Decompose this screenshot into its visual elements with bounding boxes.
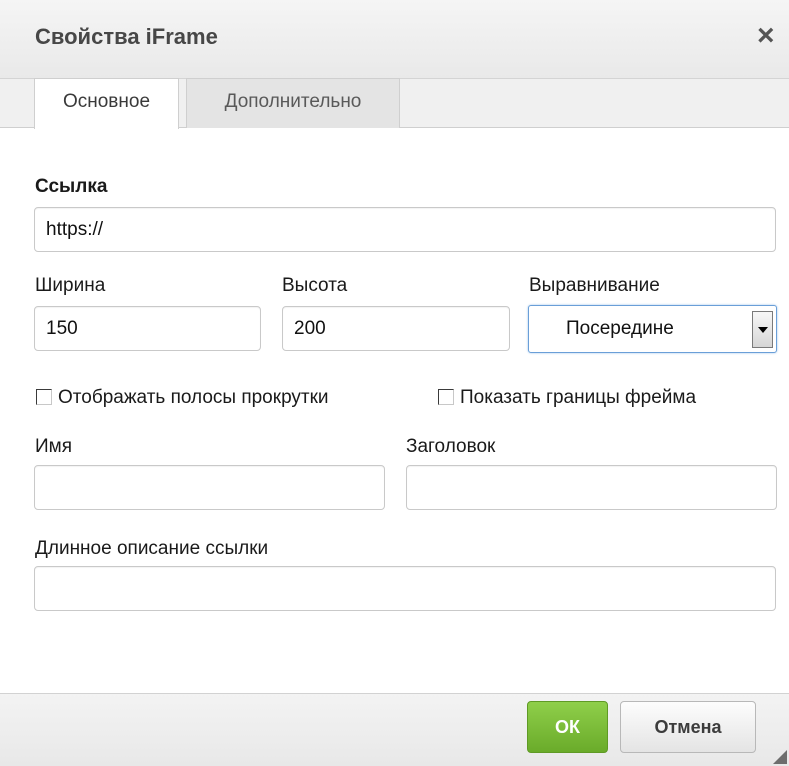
align-select-value: Посередине [566,318,674,339]
dialog-title: Свойства iFrame [35,24,218,49]
width-label: Ширина [35,275,106,296]
resize-handle-icon[interactable] [773,750,787,764]
url-input[interactable]: https:// [34,207,776,252]
ok-button[interactable]: ОК [527,701,608,753]
tab-basic[interactable]: Основное [34,78,179,129]
scrollbars-checkbox[interactable] [36,389,52,405]
longdesc-label: Длинное описание ссылки [35,538,269,559]
iframe-properties-dialog: Свойства iFrame × Основное Дополнительно… [0,0,789,766]
longdesc-input[interactable] [34,566,776,611]
width-input[interactable]: 150 [34,306,261,351]
align-label: Выравнивание [529,275,660,296]
frame-border-checkbox[interactable] [438,389,454,405]
chevron-down-icon [758,327,768,333]
height-input[interactable]: 200 [282,306,510,351]
height-label: Высота [282,275,348,296]
scrollbars-label[interactable]: Отображать полосы прокрутки [58,387,329,409]
frame-border-label[interactable]: Показать границы фрейма [460,387,696,409]
cancel-button[interactable]: Отмена [620,701,756,753]
align-select[interactable]: Посередине [528,305,777,353]
title-label: Заголовок [406,436,496,457]
name-label: Имя [35,436,73,457]
tab-advanced[interactable]: Дополнительно [186,78,400,128]
url-label: Ссылка [35,176,108,197]
title-input[interactable] [406,465,777,510]
dropdown-button[interactable] [752,311,773,348]
name-input[interactable] [34,465,385,510]
dialog-titlebar[interactable]: Свойства iFrame × [0,0,789,79]
close-icon[interactable]: × [757,18,775,54]
